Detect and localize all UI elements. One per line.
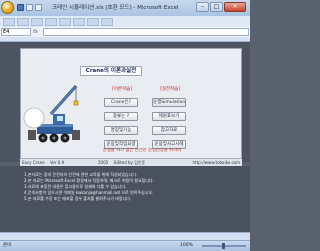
parts-functions-button[interactable]: 명칭및기능: [104, 126, 138, 135]
ribbon-tab[interactable]: [3, 18, 15, 26]
maximize-button[interactable]: □: [210, 2, 223, 12]
status-text: 준비: [3, 243, 12, 248]
title-bar: 크레인 시뮬레이션.xls [호환 모드] - Microsoft Excel …: [0, 0, 250, 17]
crane-types-button[interactable]: 종류는 ?: [104, 112, 138, 121]
crane-truck-illustration: [23, 85, 80, 143]
crane-intro-button[interactable]: Crane은?: [104, 98, 138, 107]
zoom-level[interactable]: 100%: [180, 243, 200, 249]
undo-icon[interactable]: [26, 4, 33, 11]
note-line: 1.본자료는 장비 운전자의 안전에 관한 교육을 위해 작성되었습니다.: [24, 172, 138, 177]
ribbon-tab[interactable]: [31, 18, 43, 26]
safety-warning: 운행을 사고 없는 안전한 산업현장을 위하여: [103, 148, 181, 153]
status-bar: 준비 100%: [0, 240, 250, 251]
ribbon-tab[interactable]: [87, 18, 99, 26]
minimize-button[interactable]: –: [196, 2, 209, 12]
name-box[interactable]: E4: [1, 28, 31, 36]
notes-area: 1.본자료는 장비 운전자의 안전에 관한 교육을 위해 작성되었습니다. 2.…: [0, 166, 250, 232]
window-title: 크레인 시뮬레이션.xls [호환 모드] - Microsoft Excel: [52, 5, 179, 11]
close-button[interactable]: ×: [224, 2, 246, 12]
simulation-button[interactable]: 운행Simulation: [152, 98, 186, 107]
note-line: 4.문의사항이 있으시면 이메일 kwkanja@hanmail.net 으로 …: [24, 190, 154, 195]
redo-icon[interactable]: [35, 4, 42, 11]
ribbon-tab[interactable]: [73, 18, 85, 26]
app-title: Crane의 이론과실전: [80, 66, 142, 76]
office-button-icon[interactable]: [1, 1, 14, 14]
formula-input[interactable]: [43, 28, 249, 36]
program-footer: Easy Crane Ver 0.9 2005 Edited by 김인준 ht…: [20, 158, 242, 166]
function-icon[interactable]: fx: [33, 28, 42, 36]
zoom-slider-thumb[interactable]: [222, 243, 225, 249]
note-line: 2.본 자료는 Microsoft Excel 환경에서 작동하며, 매크로 허…: [24, 178, 154, 183]
save-icon[interactable]: [17, 4, 24, 11]
theory-header: [이론학습]: [111, 87, 133, 92]
ribbon-tab[interactable]: [59, 18, 71, 26]
note-line: 5.본 자료를 수정 또는 배포할 경우 출처를 밝혀주시기 바랍니다.: [24, 196, 132, 201]
ribbon-tab[interactable]: [101, 18, 113, 26]
spec-table-button[interactable]: 제원표보기: [152, 112, 186, 121]
practice-header: [실전학습]: [159, 87, 181, 92]
ribbon-tab[interactable]: [45, 18, 57, 26]
note-line: 3.자료에 포함된 내용은 참고용으로 실제와 다를 수 있습니다.: [24, 184, 127, 189]
ribbon-tab[interactable]: [17, 18, 29, 26]
references-button[interactable]: 참고자료: [152, 126, 186, 135]
